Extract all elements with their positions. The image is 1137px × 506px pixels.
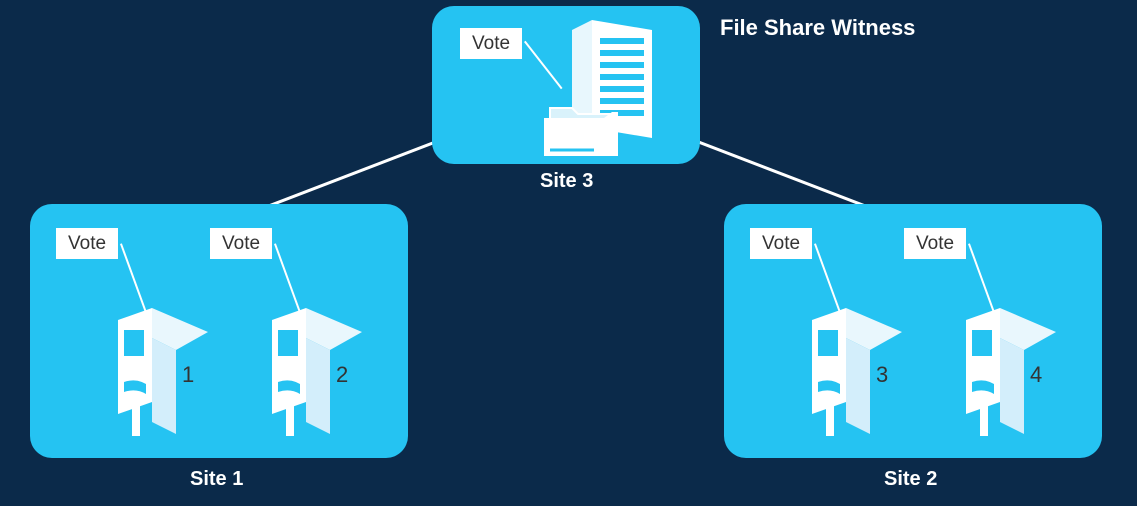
site2-node4-number: 4 (1030, 362, 1042, 388)
diagram-title: File Share Witness (720, 15, 915, 41)
site3-label: Site 3 (540, 170, 593, 193)
server-icon (966, 308, 1056, 438)
server-icon (812, 308, 902, 438)
server-icon (118, 308, 208, 438)
site3-vote-tag: Vote (460, 28, 522, 59)
site1-node1-vote-tag: Vote (56, 228, 118, 259)
site1-node1-number: 1 (182, 362, 194, 388)
folder-icon (544, 100, 618, 156)
server-icon (272, 308, 362, 438)
site2-label: Site 2 (884, 468, 937, 491)
site1-label: Site 1 (190, 468, 243, 491)
site2-node3-number: 3 (876, 362, 888, 388)
site1-node2-vote-tag: Vote (210, 228, 272, 259)
site2-node3-vote-tag: Vote (750, 228, 812, 259)
site1-node2-number: 2 (336, 362, 348, 388)
site2-node4-vote-tag: Vote (904, 228, 966, 259)
